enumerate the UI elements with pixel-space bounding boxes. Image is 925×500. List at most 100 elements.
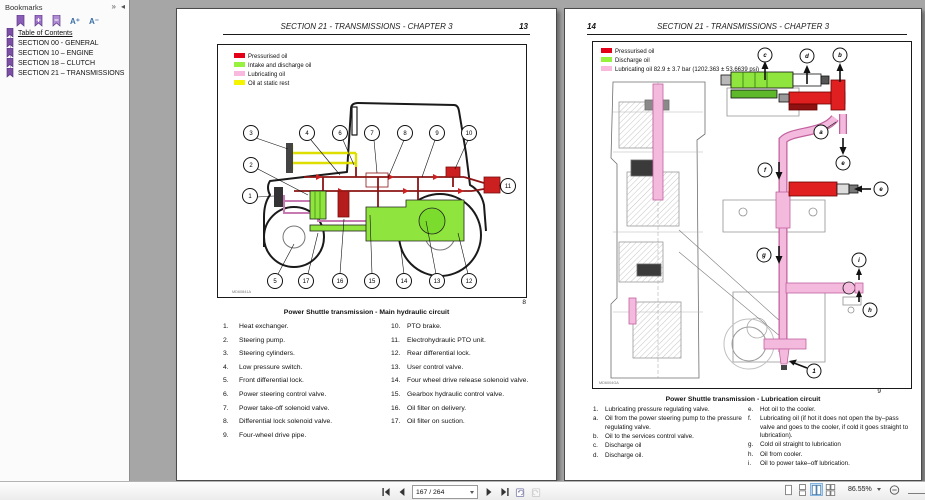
figure-number: 9 — [877, 388, 881, 395]
page-14-number: 14 — [587, 22, 596, 31]
bookmark-item-section-10[interactable]: SECTION 10 – ENGINE — [6, 48, 93, 58]
item-number: 13. — [391, 363, 401, 371]
bookmark-item-section-18[interactable]: SECTION 18 – CLUTCH — [6, 58, 95, 68]
item-text: Gearbox hydraulic control valve. — [407, 390, 505, 398]
item-text: User control valve. — [407, 363, 464, 371]
zoom-dropdown-icon[interactable] — [876, 488, 881, 491]
item-number: b. — [593, 432, 599, 440]
item-number: a. — [593, 415, 599, 423]
item-text: Low pressure switch. — [239, 363, 303, 371]
item-number: 1. — [223, 323, 229, 330]
item-number: h. — [748, 450, 754, 458]
legend-list-right: 10. PTO brake. 11. Electrohydraulic PTO un… — [391, 323, 553, 432]
item-text: Discharge oil — [605, 442, 642, 450]
list-item: 2. Steering pump. — [223, 337, 385, 345]
item-text: Oil filter on suction. — [407, 418, 465, 426]
list-item: a. Oil from the power steering pump to th… — [593, 415, 745, 431]
bookmark-item-section-00[interactable]: SECTION 00 - GENERAL — [6, 38, 99, 48]
chevron-down-icon — [470, 490, 474, 494]
pink-shaft — [652, 83, 664, 201]
heat-exchanger-block — [274, 187, 283, 207]
pink-shaft-lower — [628, 297, 637, 325]
font-decrease-button[interactable]: A⁻ — [89, 17, 99, 26]
continuous-view-button[interactable] — [797, 483, 808, 496]
previous-view-button[interactable] — [515, 487, 526, 498]
list-item: g. Cold oil straight to lubrication — [748, 441, 910, 449]
item-text: Cold oil straight to lubrication — [760, 441, 841, 449]
figure-code: MD60841A — [232, 290, 251, 294]
previous-view-icon — [515, 488, 525, 498]
legend-label: Pressurised oil — [615, 49, 654, 55]
new-bookmark-icon[interactable] — [34, 15, 43, 27]
bookmark-item-table-of-contents[interactable]: Table of Contents — [6, 28, 72, 38]
two-page-continuous-icon — [825, 483, 836, 496]
zoom-level-value[interactable]: 86.55% — [848, 486, 872, 493]
two-page-view-button[interactable] — [810, 483, 823, 496]
next-page-button[interactable] — [483, 487, 494, 498]
list-item: d. Discharge oil. — [593, 452, 745, 460]
figure-caption: Power Shuttle transmission - Main hydrau… — [283, 309, 450, 316]
legend: Pressurised oil Discharge oil Lubricatin… — [601, 48, 759, 73]
single-page-view-button[interactable] — [783, 484, 794, 495]
item-number: f. — [748, 415, 752, 423]
callout-b: b — [838, 53, 842, 59]
list-item: 8. Differential lock solenoid valve. — [223, 418, 385, 426]
previous-page-button[interactable] — [396, 487, 407, 498]
last-page-button[interactable] — [499, 487, 510, 498]
page-13-header: SECTION 21 - TRANSMISSIONS - CHAPTER 3 — [280, 22, 453, 31]
continuous-page-icon — [799, 483, 806, 496]
list-item: 6. Power steering control valve. — [223, 391, 385, 399]
item-number: 10. — [391, 323, 401, 330]
tractor-hydraulic-diagram: Pressurised oil Intake and discharge oil… — [232, 53, 516, 294]
two-page-continuous-view-button[interactable] — [825, 483, 836, 496]
list-item: 17. Oil filter on suction. — [391, 418, 553, 426]
panel-collapse-icon[interactable]: ◂ — [121, 2, 125, 11]
page-number-input[interactable]: 167 / 264 — [412, 485, 478, 499]
next-view-button[interactable] — [531, 487, 542, 498]
item-text: Differential lock solenoid valve. — [239, 418, 333, 426]
page-number-value: 167 / 264 — [416, 488, 445, 496]
callout-h: h — [868, 308, 872, 314]
list-item: 1. Lubricating pressure regulating valve. — [593, 406, 745, 414]
item-number: 6. — [223, 390, 229, 398]
two-page-icon — [811, 484, 822, 495]
item-number: 11. — [391, 336, 400, 344]
bookmark-icon — [6, 38, 14, 48]
item-text: Four-wheel drive pipe. — [239, 431, 307, 439]
zoom-out-icon — [889, 484, 899, 495]
item-number: 17. — [391, 418, 401, 426]
item-number: 12. — [391, 350, 401, 358]
item-number: 7. — [223, 404, 229, 412]
first-page-button[interactable] — [380, 487, 391, 498]
expand-bookmarks-icon[interactable] — [16, 15, 25, 27]
list-item: 10. PTO brake. — [391, 323, 553, 331]
font-increase-button[interactable]: A⁺ — [70, 17, 80, 26]
item-text: Rear differential lock. — [407, 350, 471, 358]
lubrication-diagram: Pressurised oil Discharge oil Lubricatin… — [599, 47, 889, 385]
zoom-slider-track[interactable] — [908, 493, 925, 494]
figure-code: MD6004GA — [599, 381, 619, 385]
last-page-icon — [500, 488, 509, 496]
item-number: c. — [593, 442, 598, 450]
delete-bookmark-icon[interactable] — [52, 15, 61, 27]
lubrication-pipe — [763, 114, 864, 370]
header-rule — [587, 34, 907, 35]
legend-label: Discharge oil — [615, 58, 650, 64]
list-item: c. Discharge oil — [593, 442, 745, 450]
list-item: e. Hot oil to the cooler. — [748, 406, 910, 414]
bookmark-item-section-21[interactable]: SECTION 21 – TRANSMISSIONS — [6, 68, 124, 78]
item-number: d. — [593, 451, 599, 459]
list-item: 15. Gearbox hydraulic control valve. — [391, 391, 553, 399]
discharge-components — [309, 190, 465, 242]
list-item: 11. Electrohydraulic PTO unit. — [391, 337, 553, 345]
item-number: 14. — [391, 377, 401, 385]
zoom-out-button[interactable] — [889, 484, 900, 495]
panel-expand-icon[interactable]: » — [112, 2, 116, 11]
list-item: h. Oil from cooler. — [748, 451, 910, 459]
item-text: Front differential lock. — [239, 377, 304, 385]
legend: Pressurised oil Intake and discharge oil… — [234, 53, 311, 87]
callout-14: 14 — [401, 279, 408, 285]
list-item: 9. Four-wheel drive pipe. — [223, 432, 385, 440]
legend-list-right: e. Hot oil to the cooler. f. Lubricating o… — [748, 406, 910, 469]
list-item: 1. Heat exchanger. — [223, 323, 385, 331]
